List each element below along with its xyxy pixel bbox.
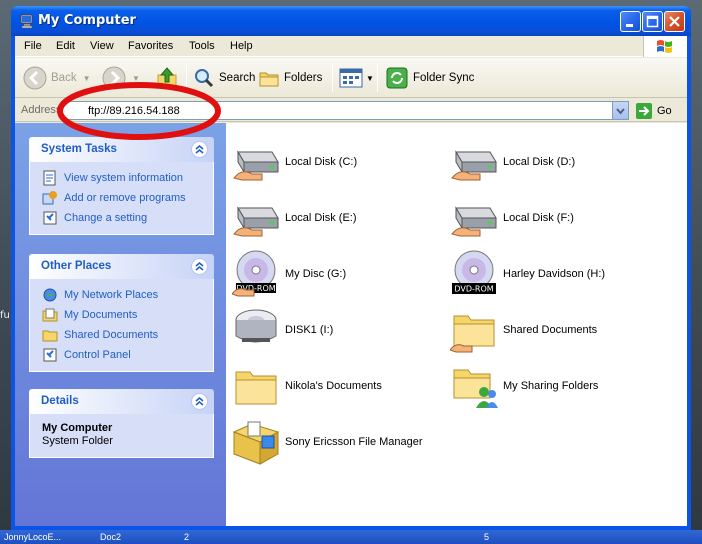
hard-disk-shared-icon <box>233 150 279 181</box>
taskbar-item-2[interactable]: Doc2 <box>100 532 121 542</box>
details-header[interactable]: Details <box>29 389 214 414</box>
place-shared-documents[interactable]: Shared Documents <box>42 325 213 345</box>
details-type: System Folder <box>42 435 113 447</box>
control-panel-icon <box>43 211 57 225</box>
control-panel-icon <box>43 348 57 362</box>
close-icon <box>669 16 680 27</box>
collapse-icon[interactable] <box>191 141 208 158</box>
menu-view[interactable]: View <box>90 40 114 52</box>
taskbar: JonnyLocoE... Doc2 2 5 <box>0 530 702 544</box>
task-change-setting[interactable]: Change a setting <box>42 208 213 228</box>
hard-disk-shared-icon <box>233 206 279 237</box>
add-remove-programs-icon <box>42 191 57 205</box>
computer-icon <box>20 14 33 29</box>
folder-sync-button[interactable]: Folder Sync <box>385 64 474 92</box>
menu-file[interactable]: File <box>24 40 42 52</box>
maximize-button[interactable] <box>642 11 663 32</box>
sharing-folders-icon <box>453 369 498 408</box>
drive-i[interactable]: DISK1 (I:) <box>232 305 333 355</box>
place-my-network-places[interactable]: My Network Places <box>42 285 213 305</box>
hard-disk-shared-icon <box>451 206 497 237</box>
menu-help[interactable]: Help <box>230 40 253 52</box>
back-arrow-icon <box>23 66 47 90</box>
sony-ericsson-file-manager[interactable]: Sony Ericsson File Manager <box>232 417 423 467</box>
task-view-system-info[interactable]: View system information <box>42 168 213 188</box>
dvd-rom-shared-icon: DVD-ROM <box>232 250 276 297</box>
address-dropdown-button[interactable] <box>612 102 628 119</box>
title-bar[interactable]: My Computer <box>11 6 691 36</box>
folders-icon <box>259 72 279 87</box>
removable-disk-icon <box>235 309 277 343</box>
shared-folder-icon <box>450 315 495 353</box>
drive-d[interactable]: Local Disk (D:) <box>450 137 575 187</box>
menu-tools[interactable]: Tools <box>189 40 215 52</box>
details-panel: Details My Computer System Folder <box>29 389 214 458</box>
other-places-header[interactable]: Other Places <box>29 254 214 279</box>
windows-logo <box>643 36 687 57</box>
views-button[interactable]: ▼ <box>339 64 374 92</box>
menu-favorites[interactable]: Favorites <box>128 40 173 52</box>
minimize-button[interactable] <box>620 11 641 32</box>
drive-c[interactable]: Local Disk (C:) <box>232 137 357 187</box>
views-icon <box>339 68 363 88</box>
drive-h[interactable]: DVD-ROM Harley Davidson (H:) <box>450 249 605 299</box>
go-arrow-icon <box>636 102 652 119</box>
details-name: My Computer <box>42 422 113 434</box>
annotation-circle <box>57 82 221 140</box>
drive-g[interactable]: DVD-ROM My Disc (G:) <box>232 249 346 299</box>
my-documents-icon <box>42 308 58 322</box>
system-info-icon <box>43 170 56 186</box>
task-pane: System Tasks View system information Add… <box>15 123 226 526</box>
network-globe-icon <box>43 288 57 302</box>
maximize-icon <box>646 15 659 28</box>
desktop-label: fu <box>0 310 10 321</box>
dvd-badge-label: DVD-ROM <box>454 285 493 294</box>
go-button[interactable]: Go <box>635 101 672 120</box>
taskbar-item-1[interactable]: JonnyLocoE... <box>4 532 61 542</box>
my-sharing-folders[interactable]: My Sharing Folders <box>450 361 598 411</box>
menu-edit[interactable]: Edit <box>56 40 75 52</box>
taskbar-item-3[interactable]: 2 <box>184 532 189 542</box>
folder-sync-icon <box>386 67 408 89</box>
shared-documents[interactable]: Shared Documents <box>450 305 597 355</box>
folder-icon <box>235 371 277 405</box>
drive-f[interactable]: Local Disk (F:) <box>450 193 574 243</box>
views-dropdown-icon[interactable]: ▼ <box>366 74 374 83</box>
place-control-panel[interactable]: Control Panel <box>42 345 213 365</box>
place-my-documents[interactable]: My Documents <box>42 305 213 325</box>
shared-folder-icon <box>42 330 58 342</box>
folders-button[interactable]: Folders <box>258 64 322 92</box>
hard-disk-shared-icon <box>451 150 497 181</box>
windows-flag-icon <box>657 40 672 53</box>
dvd-rom-icon: DVD-ROM <box>452 250 496 294</box>
task-add-remove-programs[interactable]: Add or remove programs <box>42 188 213 208</box>
window-title: My Computer <box>38 13 136 28</box>
system-tasks-panel: System Tasks View system information Add… <box>29 137 214 235</box>
collapse-icon[interactable] <box>191 258 208 275</box>
drive-e[interactable]: Local Disk (E:) <box>232 193 357 243</box>
other-places-panel: Other Places My Network Places My Docume… <box>29 254 214 372</box>
taskbar-item-4[interactable]: 5 <box>484 532 489 542</box>
file-manager-icon <box>232 421 280 465</box>
chevron-down-icon <box>616 108 625 115</box>
collapse-icon[interactable] <box>191 393 208 410</box>
minimize-icon <box>626 24 633 27</box>
nikolas-documents[interactable]: Nikola's Documents <box>232 361 382 411</box>
file-view: Local Disk (C:) Local Disk (D:) Local Di… <box>226 123 687 526</box>
close-button[interactable] <box>664 11 685 32</box>
menu-bar: File Edit View Favorites Tools Help <box>15 36 687 57</box>
